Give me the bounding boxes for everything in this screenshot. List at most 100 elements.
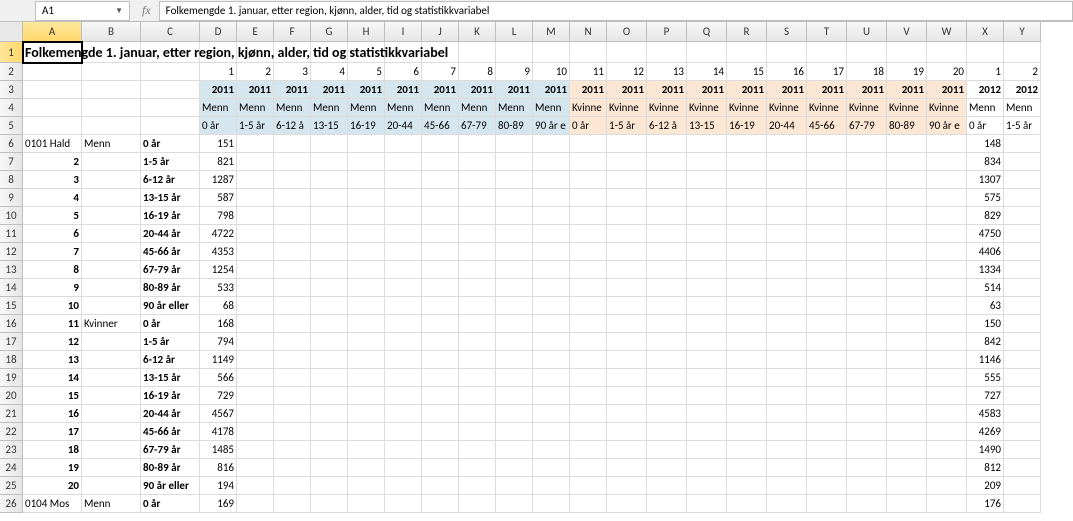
cell-P22[interactable] <box>647 423 687 441</box>
cell-C16[interactable]: 0 år <box>141 315 200 333</box>
cell-S10[interactable] <box>767 207 807 225</box>
cell-B20[interactable] <box>82 387 141 405</box>
cell-D24[interactable]: 816 <box>200 459 237 477</box>
cell-F8[interactable] <box>274 171 311 189</box>
cell-D23[interactable]: 1485 <box>200 441 237 459</box>
cell-A18[interactable]: 13 <box>23 351 82 369</box>
cell-B15[interactable] <box>82 297 141 315</box>
cell-U1[interactable] <box>847 42 887 63</box>
cell-J20[interactable] <box>422 387 459 405</box>
cell-B16[interactable]: Kvinner <box>82 315 141 333</box>
row-header-12[interactable]: 12 <box>0 243 23 261</box>
cell-M3[interactable]: 2011 <box>533 81 570 99</box>
cell-E14[interactable] <box>237 279 274 297</box>
cell-R18[interactable] <box>727 351 767 369</box>
cell-A13[interactable]: 8 <box>23 261 82 279</box>
cell-Q11[interactable] <box>687 225 727 243</box>
cell-R23[interactable] <box>727 441 767 459</box>
cell-C17[interactable]: 1-5 år <box>141 333 200 351</box>
column-header-G[interactable]: G <box>311 22 348 42</box>
cell-Q22[interactable] <box>687 423 727 441</box>
cell-O4[interactable]: Kvinne <box>607 99 647 117</box>
cell-Y12[interactable] <box>1004 243 1041 261</box>
cell-N21[interactable] <box>570 405 607 423</box>
cell-M6[interactable] <box>533 135 570 153</box>
cell-Y23[interactable] <box>1004 441 1041 459</box>
cell-Y9[interactable] <box>1004 189 1041 207</box>
cell-R21[interactable] <box>727 405 767 423</box>
column-header-Q[interactable]: Q <box>687 22 727 42</box>
cell-J5[interactable]: 45-66 <box>422 117 459 135</box>
cell-O26[interactable] <box>607 495 647 513</box>
cell-U22[interactable] <box>847 423 887 441</box>
cell-R2[interactable]: 15 <box>727 63 767 81</box>
cell-R10[interactable] <box>727 207 767 225</box>
cell-N23[interactable] <box>570 441 607 459</box>
cell-T20[interactable] <box>807 387 847 405</box>
cell-U6[interactable] <box>847 135 887 153</box>
row-header-10[interactable]: 10 <box>0 207 23 225</box>
column-header-U[interactable]: U <box>847 22 887 42</box>
cell-E23[interactable] <box>237 441 274 459</box>
cell-B13[interactable] <box>82 261 141 279</box>
cell-E7[interactable] <box>237 153 274 171</box>
cell-S25[interactable] <box>767 477 807 495</box>
cell-K15[interactable] <box>459 297 496 315</box>
cell-R19[interactable] <box>727 369 767 387</box>
cell-M7[interactable] <box>533 153 570 171</box>
cell-I3[interactable]: 2011 <box>385 81 422 99</box>
cell-K26[interactable] <box>459 495 496 513</box>
cell-E4[interactable]: Menn <box>237 99 274 117</box>
cell-X4[interactable]: Menn <box>967 99 1004 117</box>
cell-I8[interactable] <box>385 171 422 189</box>
cell-N4[interactable]: Kvinne <box>570 99 607 117</box>
cell-Y16[interactable] <box>1004 315 1041 333</box>
cell-M26[interactable] <box>533 495 570 513</box>
cell-V11[interactable] <box>887 225 927 243</box>
cell-Q21[interactable] <box>687 405 727 423</box>
cell-S11[interactable] <box>767 225 807 243</box>
cell-R13[interactable] <box>727 261 767 279</box>
cell-T21[interactable] <box>807 405 847 423</box>
cell-N13[interactable] <box>570 261 607 279</box>
cell-P9[interactable] <box>647 189 687 207</box>
cell-F15[interactable] <box>274 297 311 315</box>
cell-H7[interactable] <box>348 153 385 171</box>
cell-N19[interactable] <box>570 369 607 387</box>
cell-M4[interactable]: Menn <box>533 99 570 117</box>
cell-L4[interactable]: Menn <box>496 99 533 117</box>
cell-L24[interactable] <box>496 459 533 477</box>
cell-J4[interactable]: Menn <box>422 99 459 117</box>
cell-P19[interactable] <box>647 369 687 387</box>
column-header-C[interactable]: C <box>141 22 200 42</box>
cell-T3[interactable]: 2011 <box>807 81 847 99</box>
cell-P7[interactable] <box>647 153 687 171</box>
cell-W16[interactable] <box>927 315 967 333</box>
cell-O15[interactable] <box>607 297 647 315</box>
cell-U14[interactable] <box>847 279 887 297</box>
cell-M23[interactable] <box>533 441 570 459</box>
cell-T14[interactable] <box>807 279 847 297</box>
cell-O14[interactable] <box>607 279 647 297</box>
cell-Q8[interactable] <box>687 171 727 189</box>
cell-Q26[interactable] <box>687 495 727 513</box>
cell-R8[interactable] <box>727 171 767 189</box>
cell-S2[interactable]: 16 <box>767 63 807 81</box>
cell-R24[interactable] <box>727 459 767 477</box>
cell-S7[interactable] <box>767 153 807 171</box>
cell-M2[interactable]: 10 <box>533 63 570 81</box>
cell-V18[interactable] <box>887 351 927 369</box>
cell-E16[interactable] <box>237 315 274 333</box>
cell-S21[interactable] <box>767 405 807 423</box>
cell-N15[interactable] <box>570 297 607 315</box>
cell-F3[interactable]: 2011 <box>274 81 311 99</box>
cell-B6[interactable]: Menn <box>82 135 141 153</box>
row-header-24[interactable]: 24 <box>0 459 23 477</box>
cell-K8[interactable] <box>459 171 496 189</box>
cell-X16[interactable]: 150 <box>967 315 1004 333</box>
cell-D13[interactable]: 1254 <box>200 261 237 279</box>
name-box-dropdown-icon[interactable]: ▼ <box>115 6 123 16</box>
cell-U18[interactable] <box>847 351 887 369</box>
cell-L5[interactable]: 80-89 <box>496 117 533 135</box>
column-header-I[interactable]: I <box>385 22 422 42</box>
